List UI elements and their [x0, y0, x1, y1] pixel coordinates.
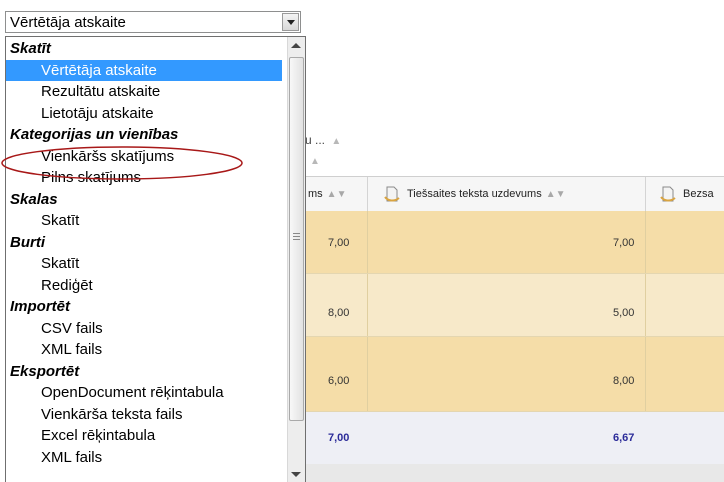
grade-cell[interactable]: 7,00 [613, 237, 634, 249]
dropdown-option[interactable]: OpenDocument rēķintabula [6, 382, 282, 403]
dropdown-option[interactable]: Rezultātu atskaite [6, 81, 282, 102]
column-divider [367, 274, 368, 336]
dropdown-option[interactable]: Excel rēķintabula [6, 425, 282, 446]
report-select[interactable]: Vērtētāja atskaite [5, 11, 301, 33]
chevron-down-icon[interactable] [282, 13, 299, 31]
dropdown-group-label: Kategorijas un vienības [10, 126, 179, 143]
column-header-label: Bezsa [683, 188, 714, 200]
column-divider [645, 274, 646, 336]
column-header-online-text[interactable]: Tiešsaites teksta uzdevums ▲▼ [383, 177, 566, 211]
dropdown-group-label: Skalas [10, 190, 58, 208]
column-divider [645, 337, 646, 411]
dropdown-option[interactable]: Pilns skatījums [6, 167, 282, 188]
dropdown-option[interactable]: Skatīt [6, 210, 282, 231]
grade-cell[interactable]: 8,00 [613, 375, 634, 387]
assignment-icon [660, 186, 676, 202]
scroll-down-icon[interactable] [291, 472, 301, 477]
sort-icon[interactable]: ▲▼ [327, 189, 347, 200]
table-header-row: ms ▲▼ Tiešsaites teksta uzdevums ▲▼ Bezsa [305, 176, 724, 212]
grade-cell[interactable]: 6,00 [328, 375, 349, 387]
report-select-value: Vērtētāja atskaite [10, 14, 126, 31]
table-row: 6,00 8,00 [305, 337, 724, 412]
collapse-up-icon[interactable]: ▲ [310, 156, 320, 167]
column-divider [367, 337, 368, 411]
scroll-up-icon[interactable] [291, 43, 301, 48]
average-cell: 6,67 [613, 432, 635, 444]
dropdown-group-label: Importēt [10, 298, 70, 315]
dropdown-option[interactable]: Skatīt [6, 253, 282, 274]
grade-cell[interactable]: 7,00 [328, 237, 349, 249]
column-divider [645, 177, 646, 211]
grip-line [293, 236, 300, 237]
dropdown-option[interactable]: Lietotāju atskaite [6, 103, 282, 124]
report-dropdown-list[interactable]: Skatīt Vērtētāja atskaite Rezultātu atskai… [5, 36, 306, 482]
dropdown-option[interactable]: XML fails [6, 447, 282, 468]
column-header-label: Tiešsaites teksta uzdevums [407, 188, 542, 200]
grip-line [293, 233, 300, 234]
scroll-thumb[interactable] [289, 57, 304, 421]
grade-cell[interactable]: 5,00 [613, 307, 634, 319]
collapse-link-text: u ... [305, 133, 326, 147]
collapse-link[interactable]: u ... ▲ [305, 133, 341, 147]
dropdown-scrollbar[interactable] [287, 37, 305, 482]
dropdown-option[interactable]: Vienkāršs skatījums [6, 146, 282, 167]
column-divider [367, 211, 368, 273]
dropdown-option[interactable]: CSV fails [6, 318, 282, 339]
dropdown-option[interactable]: Vērtētāja atskaite [6, 59, 282, 81]
column-header[interactable]: ms ▲▼ [308, 177, 346, 211]
table-row: 8,00 5,00 [305, 274, 724, 337]
horizontal-scrollbar[interactable] [305, 464, 724, 482]
collapse-up-icon: ▲ [331, 136, 342, 147]
grade-cell[interactable]: 8,00 [328, 307, 349, 319]
column-header-label: ms [308, 188, 323, 200]
dropdown-option[interactable]: Rediģēt [6, 275, 282, 296]
column-divider [645, 211, 646, 273]
sort-icon[interactable]: ▲▼ [546, 189, 566, 200]
dropdown-group-label: Eksportēt [10, 362, 80, 380]
column-divider [367, 177, 368, 211]
dropdown-option[interactable]: XML fails [6, 339, 282, 360]
assignment-icon [384, 186, 400, 202]
dropdown-group-label: Skatīt [10, 40, 51, 57]
average-row: 7,00 6,67 [305, 412, 724, 465]
table-row: 7,00 7,00 [305, 211, 724, 274]
grip-line [293, 239, 300, 240]
column-header-offline[interactable]: Bezsa [659, 177, 714, 211]
dropdown-option[interactable]: Vienkārša teksta fails [6, 404, 282, 425]
dropdown-group-label: Burti [10, 233, 45, 251]
average-cell: 7,00 [328, 432, 350, 444]
